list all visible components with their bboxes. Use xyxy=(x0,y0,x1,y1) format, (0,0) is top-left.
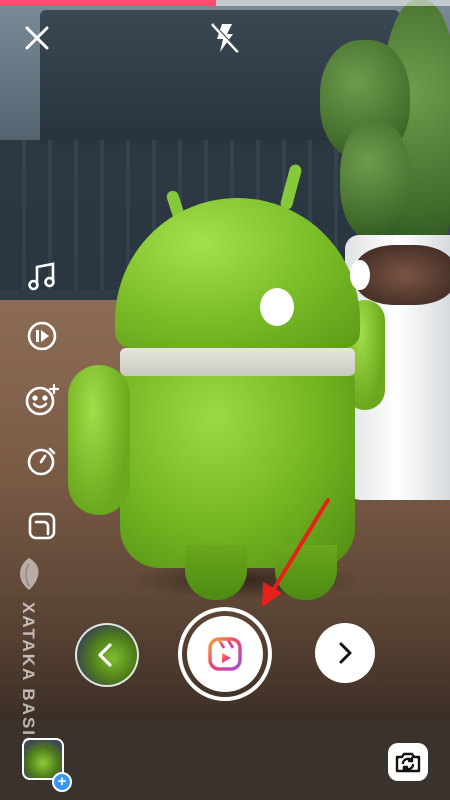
shutter-inner xyxy=(187,616,263,692)
recording-progress-fill xyxy=(0,0,216,6)
music-note-icon xyxy=(28,262,55,291)
add-badge[interactable]: + xyxy=(52,772,72,792)
reels-icon xyxy=(208,637,242,671)
droid-eye xyxy=(350,260,370,290)
droid-body xyxy=(120,368,355,568)
close-button[interactable] xyxy=(17,18,57,58)
droid-leg xyxy=(185,545,247,600)
next-effect-button[interactable] xyxy=(315,623,375,683)
chevron-right-icon xyxy=(339,642,352,664)
speed-icon xyxy=(27,321,57,351)
camera-flip-icon xyxy=(395,752,421,773)
layout-tool-button[interactable] xyxy=(22,506,62,546)
close-icon xyxy=(25,26,49,50)
droid-ring xyxy=(120,348,355,376)
droid-leg xyxy=(275,545,337,600)
timer-tool-button[interactable] xyxy=(22,440,62,480)
droid-eye xyxy=(260,288,294,326)
chevron-left-icon xyxy=(98,643,112,667)
flash-toggle-button[interactable] xyxy=(205,18,245,58)
flash-off-icon xyxy=(211,23,239,53)
shutter-button[interactable] xyxy=(178,607,272,701)
effect-selector-button[interactable] xyxy=(75,623,139,687)
recording-progress xyxy=(0,0,450,6)
layout-icon xyxy=(28,512,56,540)
android-figure xyxy=(60,160,390,600)
smiley-sparkle-icon xyxy=(25,383,60,416)
timer-icon xyxy=(27,447,56,476)
speed-tool-button[interactable] xyxy=(22,316,62,356)
droid-antenna xyxy=(279,163,303,211)
effects-tool-button[interactable] xyxy=(22,380,62,420)
flip-camera-button[interactable] xyxy=(388,743,428,781)
xataka-logo-icon xyxy=(20,558,39,590)
droid-arm xyxy=(68,365,130,515)
droid-head xyxy=(115,198,360,348)
music-tool-button[interactable] xyxy=(22,256,62,296)
